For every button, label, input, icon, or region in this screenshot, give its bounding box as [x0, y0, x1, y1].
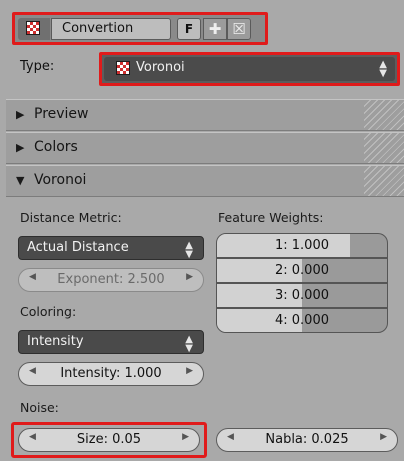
- feature-weight-value: 1: 1.000: [275, 238, 329, 253]
- noise-size-value: Size: 0.05: [76, 432, 142, 447]
- texture-browse-button[interactable]: [18, 18, 50, 40]
- updown-arrows-icon: ▲ ▼: [185, 334, 193, 354]
- drag-grip-icon[interactable]: [364, 166, 404, 196]
- feature-weight-value: 2: 0.000: [275, 263, 329, 278]
- feature-weight-slider[interactable]: 2: 0.000: [216, 258, 388, 283]
- expanded-arrow-icon: ▼: [16, 174, 25, 187]
- type-dropdown-field: Voronoi ▲ ▼: [104, 57, 395, 81]
- intensity-value: Intensity: 1.000: [60, 366, 162, 381]
- updown-arrows-icon: ▲ ▼: [379, 59, 387, 79]
- type-value: Voronoi: [136, 60, 185, 75]
- noise-size-field[interactable]: ◀ Size: 0.05 ▶: [18, 428, 200, 452]
- unlink-texture-icon[interactable]: ☒: [227, 18, 251, 40]
- add-texture-icon[interactable]: ✚: [203, 18, 227, 40]
- feature-weight-value: 3: 0.000: [275, 288, 329, 303]
- texture-name-field[interactable]: Convertion: [51, 18, 171, 40]
- distance-metric-value: Actual Distance: [27, 240, 129, 255]
- exponent-value: Exponent: 2.500: [57, 272, 165, 287]
- texture-name-text: Convertion: [62, 21, 134, 36]
- preview-section-title: Preview: [34, 106, 89, 122]
- voronoi-texture-icon: [116, 61, 130, 75]
- feature-weight-slider[interactable]: 3: 0.000: [216, 283, 388, 308]
- colors-section-title: Colors: [34, 139, 78, 155]
- coloring-dropdown[interactable]: Intensity ▲ ▼: [18, 330, 204, 354]
- voronoi-section-title: Voronoi: [34, 172, 87, 188]
- increment-arrow-icon: ▶: [186, 272, 193, 282]
- texture-panel: Convertion F ✚ ☒ Type: Voronoi ▲ ▼ ▶ Prev…: [0, 0, 404, 461]
- increment-arrow-icon: ▶: [380, 432, 387, 442]
- type-dropdown[interactable]: Voronoi ▲ ▼: [99, 52, 400, 86]
- increment-arrow-icon: ▶: [182, 432, 189, 442]
- distance-metric-dropdown[interactable]: Actual Distance ▲ ▼: [18, 236, 204, 260]
- noise-label: Noise:: [20, 400, 59, 415]
- fake-user-button[interactable]: F: [177, 18, 201, 40]
- nabla-field[interactable]: ◀ Nabla: 0.025 ▶: [216, 428, 398, 452]
- feature-weights-label: Feature Weights:: [218, 210, 324, 225]
- collapsed-arrow-icon: ▶: [16, 141, 25, 154]
- voronoi-section-header[interactable]: ▼ Voronoi: [6, 165, 404, 197]
- collapsed-arrow-icon: ▶: [16, 108, 25, 121]
- coloring-label: Coloring:: [20, 304, 77, 319]
- preview-section-header[interactable]: ▶ Preview: [6, 99, 404, 131]
- intensity-field[interactable]: ◀ Intensity: 1.000 ▶: [18, 362, 204, 386]
- coloring-value: Intensity: [27, 334, 84, 349]
- increment-arrow-icon: ▶: [186, 366, 193, 376]
- drag-grip-icon[interactable]: [364, 133, 404, 163]
- feature-weight-slider[interactable]: 4: 0.000: [216, 308, 388, 333]
- checker-texture-icon: [26, 21, 40, 35]
- colors-section-header[interactable]: ▶ Colors: [6, 132, 404, 164]
- nabla-value: Nabla: 0.025: [265, 432, 349, 447]
- updown-arrows-icon: ▲ ▼: [185, 240, 193, 260]
- texture-datablock-row: Convertion F ✚ ☒: [12, 12, 268, 45]
- distance-metric-label: Distance Metric:: [20, 210, 122, 225]
- type-label: Type:: [20, 59, 55, 74]
- feature-weight-slider[interactable]: 1: 1.000: [216, 233, 388, 258]
- feature-weight-value: 4: 0.000: [275, 313, 329, 328]
- exponent-field[interactable]: ◀ Exponent: 2.500 ▶: [18, 268, 204, 292]
- drag-grip-icon[interactable]: [364, 100, 404, 130]
